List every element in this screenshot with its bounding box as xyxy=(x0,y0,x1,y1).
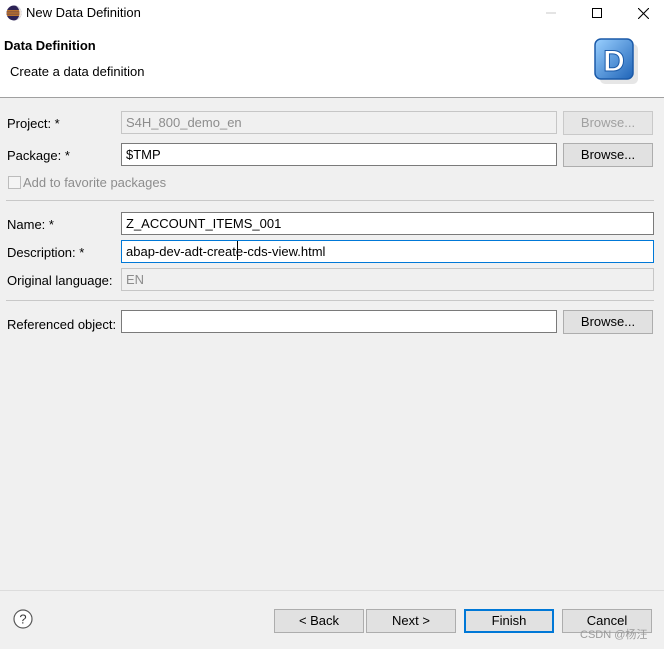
referenced-object-input[interactable] xyxy=(121,310,557,333)
original-language-label: Original language: xyxy=(7,273,113,288)
original-language-field: EN xyxy=(121,268,654,291)
package-browse-button[interactable]: Browse... xyxy=(563,143,653,167)
close-icon xyxy=(637,7,649,19)
maximize-icon xyxy=(592,8,602,18)
minimize-icon xyxy=(546,12,556,14)
description-input[interactable]: abap-dev-adt-create-cds-view.html xyxy=(121,240,654,263)
maximize-button[interactable] xyxy=(574,0,620,26)
help-icon[interactable]: ? xyxy=(13,609,33,629)
separator xyxy=(6,200,654,201)
separator xyxy=(6,300,654,301)
project-browse-button: Browse... xyxy=(563,111,653,135)
next-button[interactable]: Next > xyxy=(366,609,456,633)
logo-letter: D xyxy=(603,45,625,78)
close-button[interactable] xyxy=(620,0,664,26)
svg-text:?: ? xyxy=(19,612,26,627)
favorite-checkbox[interactable] xyxy=(8,176,21,189)
header-banner xyxy=(0,26,664,98)
eclipse-icon xyxy=(6,5,22,21)
finish-button[interactable]: Finish xyxy=(464,609,554,633)
project-field: S4H_800_demo_en xyxy=(121,111,557,134)
window-title: New Data Definition xyxy=(26,5,141,20)
package-label: Package: * xyxy=(7,148,70,163)
minimize-button[interactable] xyxy=(528,0,574,26)
name-label: Name: * xyxy=(7,217,54,232)
name-input[interactable]: Z_ACCOUNT_ITEMS_001 xyxy=(121,212,654,235)
back-button[interactable]: < Back xyxy=(274,609,364,633)
package-input[interactable]: $TMP xyxy=(121,143,557,166)
footer-separator xyxy=(0,590,664,591)
data-definition-logo-icon: D xyxy=(594,38,638,84)
referenced-object-browse-button[interactable]: Browse... xyxy=(563,310,653,334)
page-subtitle: Create a data definition xyxy=(10,64,145,79)
page-title: Data Definition xyxy=(4,38,96,53)
text-caret xyxy=(237,241,238,260)
watermark: CSDN @杨汪 xyxy=(580,629,648,641)
description-label: Description: * xyxy=(7,245,85,260)
favorite-label: Add to favorite packages xyxy=(23,175,167,190)
referenced-object-label: Referenced object: xyxy=(7,317,117,332)
project-label: Project: * xyxy=(7,116,60,131)
